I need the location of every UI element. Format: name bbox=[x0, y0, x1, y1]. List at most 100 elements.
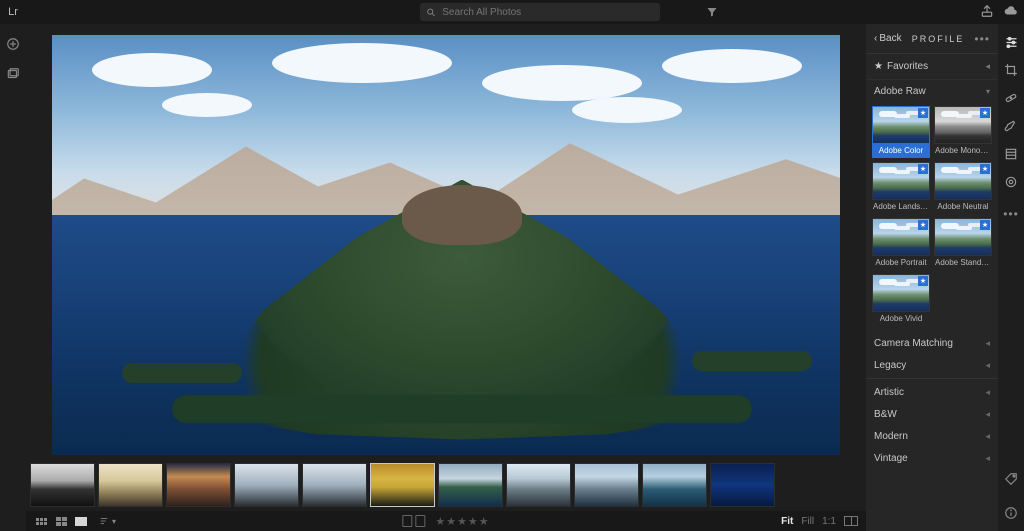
favorite-star-icon[interactable]: ★ bbox=[918, 276, 928, 286]
profile-category-row[interactable]: Artistic◂ bbox=[866, 381, 998, 403]
favorite-star-icon[interactable]: ★ bbox=[918, 108, 928, 118]
flag-reject-button[interactable] bbox=[415, 515, 425, 527]
divider bbox=[866, 378, 998, 379]
crop-button[interactable] bbox=[1003, 62, 1019, 78]
favorite-star-icon[interactable]: ★ bbox=[980, 220, 990, 230]
profile-category-row[interactable]: Legacy◂ bbox=[866, 354, 998, 376]
search-box[interactable] bbox=[420, 3, 660, 21]
profile-item[interactable]: ★ Adobe Vivid bbox=[872, 274, 930, 326]
zoom-1to1-button[interactable]: 1:1 bbox=[822, 516, 836, 527]
favorite-star-icon[interactable]: ★ bbox=[980, 164, 990, 174]
brush-icon bbox=[1004, 119, 1018, 133]
add-photos-button[interactable] bbox=[5, 36, 21, 52]
filmstrip-thumb[interactable] bbox=[30, 463, 95, 507]
chevron-left-icon: ◂ bbox=[985, 453, 990, 464]
healing-brush-button[interactable] bbox=[1003, 90, 1019, 106]
detail-view-button[interactable] bbox=[74, 516, 88, 526]
profile-category-row[interactable]: Vintage ◂ bbox=[866, 447, 998, 469]
favorite-star-icon[interactable]: ★ bbox=[980, 108, 990, 118]
zoom-fit-button[interactable]: Fit bbox=[781, 516, 793, 527]
favorite-star-icon[interactable]: ★ bbox=[918, 220, 928, 230]
view-mode-switcher bbox=[34, 516, 88, 526]
profile-item[interactable]: ★Adobe Portrait bbox=[872, 218, 930, 270]
linear-gradient-button[interactable] bbox=[1003, 146, 1019, 162]
profile-label: Adobe Vivid bbox=[872, 312, 930, 326]
profile-thumb[interactable]: ★ bbox=[934, 106, 992, 144]
chevron-left-icon: ◂ bbox=[985, 338, 990, 349]
filmstrip-thumb[interactable] bbox=[642, 463, 707, 507]
profile-category-row[interactable]: B&W ◂ bbox=[866, 403, 998, 425]
filter-button[interactable] bbox=[700, 3, 724, 21]
cloud-sync-button[interactable] bbox=[1004, 4, 1018, 21]
favorite-star-icon[interactable]: ★ bbox=[918, 164, 928, 174]
bottom-bar: ▾ ★★★★★ Fit Fill 1:1 bbox=[26, 511, 866, 531]
photo-stack-icon bbox=[6, 67, 20, 81]
profile-category-row[interactable]: Modern◂ bbox=[866, 425, 998, 447]
radial-gradient-icon bbox=[1004, 175, 1018, 189]
filmstrip-thumb[interactable] bbox=[438, 463, 503, 507]
profile-thumb[interactable]: ★ bbox=[872, 218, 930, 256]
filmstrip-thumb[interactable] bbox=[302, 463, 367, 507]
more-dots-icon: ••• bbox=[1003, 207, 1019, 221]
tag-keywords-button[interactable] bbox=[1003, 471, 1019, 487]
chevron-left-icon: ◂ bbox=[985, 409, 990, 420]
category-label: Artistic bbox=[874, 387, 904, 398]
sort-icon bbox=[98, 516, 110, 526]
profile-thumb[interactable]: ★ bbox=[934, 162, 992, 200]
rating-stars[interactable]: ★★★★★ bbox=[435, 515, 489, 528]
search-icon bbox=[426, 7, 436, 18]
chevron-left-icon: ◂ bbox=[985, 431, 990, 442]
profile-item[interactable]: ★Adobe Standard bbox=[934, 218, 992, 270]
panel-more-button[interactable]: ••• bbox=[974, 32, 990, 46]
back-button[interactable]: ‹ Back bbox=[874, 33, 902, 44]
grid-view-button[interactable] bbox=[34, 516, 48, 526]
photo-canvas[interactable] bbox=[52, 35, 840, 455]
favorites-row[interactable]: ★ Favorites ◂ bbox=[866, 54, 998, 80]
profile-category-row[interactable]: Camera Matching◂ bbox=[866, 332, 998, 354]
filmstrip[interactable] bbox=[26, 459, 866, 511]
category-label: B&W bbox=[874, 409, 897, 420]
square-grid-view-button[interactable] bbox=[54, 516, 68, 526]
filmstrip-thumb[interactable] bbox=[710, 463, 775, 507]
main-area bbox=[26, 24, 866, 511]
filmstrip-thumb[interactable] bbox=[506, 463, 571, 507]
profile-item[interactable]: ★Adobe Neutral bbox=[934, 162, 992, 214]
compare-view-button[interactable] bbox=[844, 516, 858, 526]
filmstrip-thumb[interactable] bbox=[166, 463, 231, 507]
zoom-fill-button[interactable]: Fill bbox=[801, 516, 814, 527]
my-photos-button[interactable] bbox=[5, 66, 21, 82]
category-label: Vintage bbox=[874, 453, 908, 464]
profile-item[interactable]: ★Adobe Landscape bbox=[872, 162, 930, 214]
profile-item[interactable]: ★Adobe Color bbox=[872, 106, 930, 158]
info-button[interactable] bbox=[1003, 505, 1019, 521]
chevron-left-icon: ‹ bbox=[874, 33, 877, 44]
profile-grid: ★Adobe Color★Adobe Monochro…★Adobe Lands… bbox=[866, 102, 998, 332]
profile-thumb[interactable]: ★ bbox=[934, 218, 992, 256]
profile-item[interactable]: ★Adobe Monochro… bbox=[934, 106, 992, 158]
edit-sliders-button[interactable] bbox=[1003, 34, 1019, 50]
share-button[interactable] bbox=[980, 4, 994, 21]
profile-thumb[interactable]: ★ bbox=[872, 274, 930, 312]
profile-group-header[interactable]: Adobe Raw ▾ bbox=[866, 80, 998, 102]
brush-button[interactable] bbox=[1003, 118, 1019, 134]
profile-thumb[interactable]: ★ bbox=[872, 106, 930, 144]
chevron-left-icon: ◂ bbox=[985, 61, 990, 72]
sort-button[interactable]: ▾ bbox=[98, 516, 116, 526]
plus-circle-icon bbox=[6, 37, 20, 51]
filmstrip-thumb[interactable] bbox=[370, 463, 435, 507]
more-tools-button[interactable]: ••• bbox=[1003, 206, 1019, 222]
radial-gradient-button[interactable] bbox=[1003, 174, 1019, 190]
favorites-label: Favorites bbox=[887, 61, 928, 72]
search-input[interactable] bbox=[442, 7, 654, 18]
filmstrip-thumb[interactable] bbox=[234, 463, 299, 507]
app-logo: Lr bbox=[0, 6, 26, 18]
tag-icon bbox=[1004, 472, 1018, 486]
filmstrip-thumb[interactable] bbox=[98, 463, 163, 507]
back-label: Back bbox=[879, 33, 901, 44]
flag-pick-button[interactable] bbox=[402, 515, 412, 527]
left-toolbar bbox=[0, 24, 26, 531]
canvas-wrap bbox=[26, 24, 866, 459]
profile-thumb[interactable]: ★ bbox=[872, 162, 930, 200]
filmstrip-thumb[interactable] bbox=[574, 463, 639, 507]
flag-controls bbox=[402, 515, 425, 527]
